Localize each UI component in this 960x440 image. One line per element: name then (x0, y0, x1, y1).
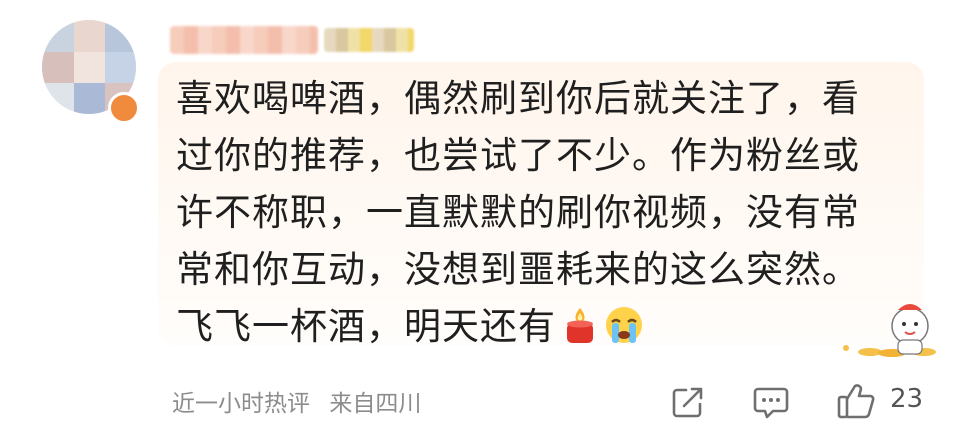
reply-icon[interactable] (752, 384, 790, 420)
like-count: 23 (890, 384, 924, 414)
comment-meta: 近一小时热评 来自四川 (172, 384, 421, 418)
avatar-pixel (42, 83, 74, 114)
comment-text: 喜欢喝啤酒，偶然刷到你后就关注了，看过你的推荐，也尝试了不少。作为粉丝或许不称职… (176, 70, 896, 355)
crying-face-emoji (606, 307, 642, 343)
avatar-badge (108, 92, 140, 124)
comment-body: 喜欢喝啤酒，偶然刷到你后就关注了，看过你的推荐，也尝试了不少。作为粉丝或许不称职… (176, 77, 860, 348)
time-label: 近一小时热评 (172, 391, 310, 417)
level-badge (324, 28, 414, 52)
mascot-sticker (843, 304, 936, 357)
candle-emoji (567, 308, 593, 343)
avatar-pixel (42, 20, 74, 52)
avatar-pixel (74, 52, 105, 83)
share-icon[interactable] (670, 384, 706, 420)
location-label: 来自四川 (329, 391, 422, 417)
username[interactable] (170, 26, 318, 54)
like-icon[interactable] (836, 382, 876, 420)
avatar-pixel (74, 20, 105, 52)
avatar-pixel (42, 52, 74, 83)
avatar-pixel (105, 20, 136, 52)
avatar-pixel (74, 83, 105, 114)
avatar-pixel (105, 52, 136, 83)
